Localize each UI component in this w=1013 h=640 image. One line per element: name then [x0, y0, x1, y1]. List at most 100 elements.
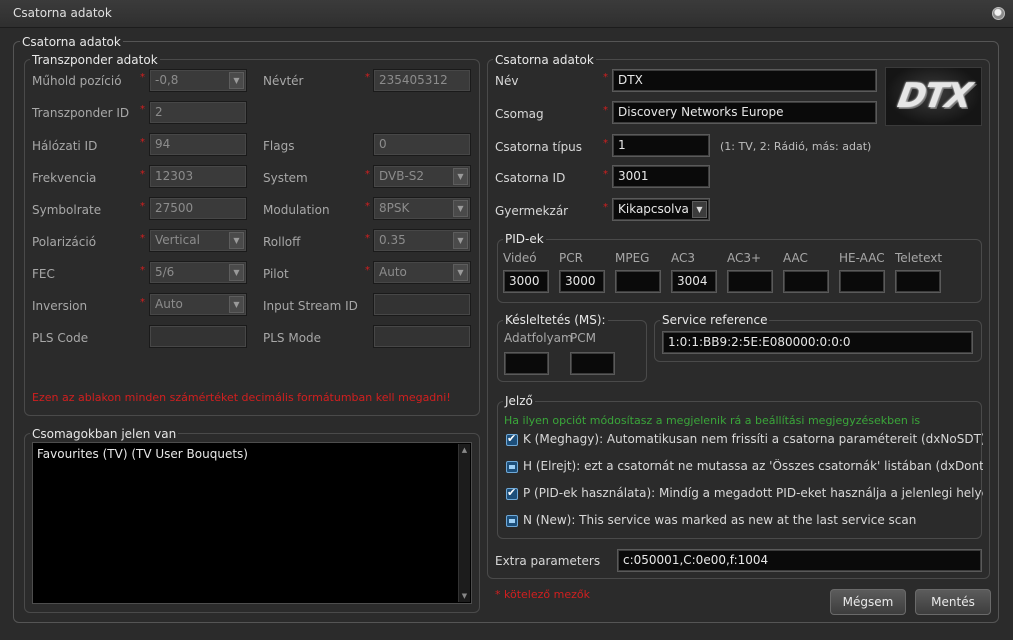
channel-id-field[interactable]: 3001 [612, 165, 710, 188]
channel-logo: DTX [885, 67, 982, 126]
flags-value: 0 [379, 137, 387, 151]
name-value: DTX [618, 73, 643, 87]
required-star: * [140, 104, 145, 115]
flags-field[interactable]: 0 [373, 133, 471, 156]
chevron-down-icon[interactable]: ▼ [453, 200, 468, 217]
channel-id-label: Csatorna ID [495, 171, 566, 185]
frequency-value: 12303 [155, 169, 194, 183]
flag-label[interactable]: P (PID-ek használata): Mindíg a megadott… [523, 486, 983, 500]
scroll-up-icon[interactable]: ▲ [459, 444, 470, 456]
rolloff-label: Rolloff [263, 235, 301, 249]
transponder-group-title: Transzponder adatok [30, 53, 160, 67]
parental-select[interactable]: Kikapcsolva ▼ [612, 198, 710, 221]
inversion-select[interactable]: Auto ▼ [149, 293, 247, 316]
chevron-down-icon[interactable]: ▼ [229, 72, 244, 89]
flag-checkbox[interactable] [506, 432, 518, 446]
pid-label: PCR [559, 251, 583, 265]
chevron-down-icon[interactable]: ▼ [229, 296, 244, 313]
package-field[interactable]: Discovery Networks Europe [612, 101, 877, 124]
onid-field[interactable]: 94 [149, 133, 247, 156]
pid-value: 3004 [677, 274, 708, 288]
symbolrate-label: Symbolrate [32, 203, 102, 217]
namespace-label: Névtér [263, 74, 304, 88]
scroll-down-icon[interactable]: ▼ [459, 590, 470, 602]
chevron-down-icon[interactable]: ▼ [453, 168, 468, 185]
chevron-down-icon[interactable]: ▼ [229, 264, 244, 281]
pid-label: MPEG [615, 251, 650, 265]
inversion-value: Auto [155, 297, 183, 311]
pid-label: Teletext [895, 251, 943, 265]
required-star: * [365, 169, 370, 180]
type-field[interactable]: 1 [612, 134, 710, 157]
pcm-delay-field[interactable] [570, 352, 615, 375]
chevron-down-icon[interactable]: ▼ [453, 232, 468, 249]
rolloff-select[interactable]: 0.35 ▼ [373, 229, 471, 252]
pid-field[interactable]: 3000 [503, 270, 549, 293]
polarization-label: Polarizáció [32, 235, 97, 249]
flag-checkbox[interactable] [506, 486, 518, 500]
parental-label: Gyermekzár [495, 204, 569, 218]
flag-label[interactable]: N (New): This service was marked as new … [523, 513, 983, 527]
pls-code-field[interactable] [149, 325, 247, 348]
flag-checkbox[interactable] [506, 515, 518, 527]
pls-mode-label: PLS Mode [263, 331, 322, 345]
pid-field[interactable] [895, 270, 941, 293]
extra-params-label: Extra parameters [495, 554, 601, 568]
symbolrate-field[interactable]: 27500 [149, 197, 247, 220]
pid-field[interactable] [615, 270, 661, 293]
modulation-select[interactable]: 8PSK ▼ [373, 197, 471, 220]
chevron-down-icon[interactable]: ▼ [229, 232, 244, 249]
pilot-select[interactable]: Auto ▼ [373, 261, 471, 284]
polarization-select[interactable]: Vertical ▼ [149, 229, 247, 252]
pid-field[interactable] [783, 270, 829, 293]
pid-field[interactable] [727, 270, 773, 293]
system-select[interactable]: DVB-S2 ▼ [373, 165, 471, 188]
sat-pos-label: Műhold pozíció [32, 74, 122, 88]
chevron-down-icon[interactable]: ▼ [692, 201, 707, 218]
sat-pos-value: -0,8 [155, 73, 179, 87]
pid-field[interactable] [839, 270, 885, 293]
flag-label[interactable]: K (Meghagy): Automatikusan nem frissíti … [523, 432, 983, 446]
delay-group-title: Késleltetés (MS): [503, 313, 608, 327]
flag-label[interactable]: H (Elrejt): ezt a csatornát ne mutassa a… [523, 459, 983, 473]
flag-checkbox[interactable] [506, 461, 518, 473]
pid-field[interactable]: 3000 [559, 270, 605, 293]
fec-select[interactable]: 5/6 ▼ [149, 261, 247, 284]
name-field[interactable]: DTX [612, 69, 877, 92]
package-label: Csomag [495, 107, 544, 121]
pls-mode-field[interactable] [373, 325, 471, 348]
pilot-value: Auto [379, 265, 407, 279]
required-star: * [603, 138, 608, 149]
tsid-field[interactable]: 2 [149, 101, 247, 124]
frequency-field[interactable]: 12303 [149, 165, 247, 188]
sat-pos-select[interactable]: -0,8 ▼ [149, 69, 247, 92]
service-ref-title: Service reference [660, 313, 770, 327]
close-icon[interactable] [992, 7, 1005, 20]
flags-label: Flags [263, 139, 295, 153]
packages-list[interactable]: Favourites (TV) (TV User Bouquets) ▲ ▼ [32, 442, 472, 604]
parental-value: Kikapcsolva [618, 202, 689, 216]
modulation-label: Modulation [263, 203, 330, 217]
name-label: Név [495, 74, 519, 88]
extra-params-field[interactable]: c:050001,C:0e00,f:1004 [617, 549, 982, 572]
pid-label: Videó [503, 251, 537, 265]
package-value: Discovery Networks Europe [618, 105, 784, 119]
onid-value: 94 [155, 137, 171, 151]
save-button[interactable]: Mentés [915, 589, 991, 615]
isid-field[interactable] [373, 293, 471, 316]
pid-value: 3000 [565, 274, 596, 288]
list-item[interactable]: Favourites (TV) (TV User Bouquets) [37, 447, 248, 461]
stream-delay-field[interactable] [504, 352, 549, 375]
tsid-value: 2 [155, 105, 163, 119]
fec-value: 5/6 [155, 265, 175, 279]
required-star: * [140, 233, 145, 244]
service-ref-field[interactable]: 1:0:1:BB9:2:5E:E080000:0:0:0 [662, 331, 973, 354]
pid-label: AAC [783, 251, 808, 265]
chevron-down-icon[interactable]: ▼ [453, 264, 468, 281]
pid-field[interactable]: 3004 [671, 270, 717, 293]
namespace-field[interactable]: 235405312 [373, 69, 471, 92]
required-star: * [603, 202, 608, 213]
cancel-button[interactable]: Mégsem [830, 589, 906, 615]
required-star: * [140, 201, 145, 212]
scrollbar[interactable]: ▲ ▼ [458, 444, 470, 602]
